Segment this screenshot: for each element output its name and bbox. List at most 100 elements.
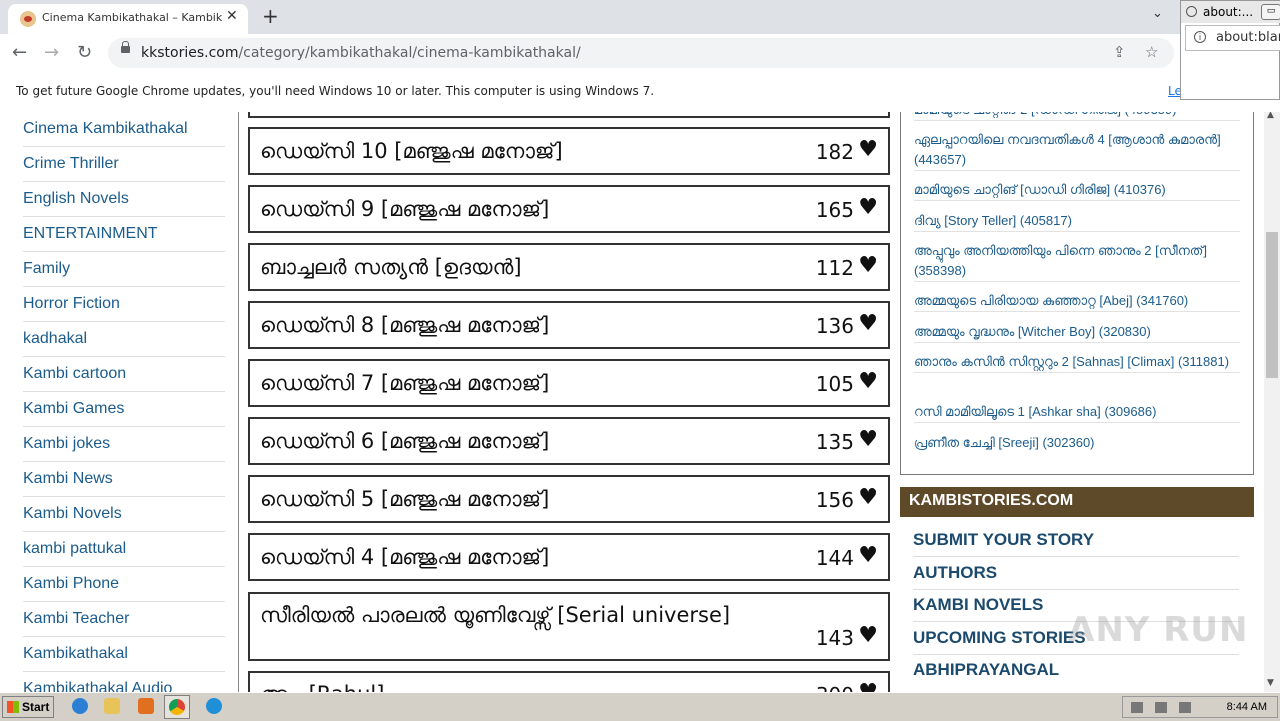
page-scrollbar[interactable]: ▲ ▼ [1264, 112, 1280, 692]
volume-icon[interactable] [1131, 702, 1143, 713]
story-title[interactable]: ഡെയ്സി 4 [മഞ്ജുഷ മനോജ്] [260, 545, 549, 570]
popup-titlebar[interactable]: about:... ▭ [1181, 1, 1280, 23]
heart-icon[interactable]: ♥ [858, 253, 878, 278]
sidebar-item[interactable]: English Novels [23, 182, 225, 217]
sidebar-item[interactable]: Kambi Phone [23, 567, 225, 602]
story-title[interactable]: ഡെയ്സി 9 [മഞ്ജുഷ മനോജ്] [260, 197, 549, 222]
chrome-icon [169, 699, 185, 715]
story-card[interactable]: ഡെയ്സി 4 [മഞ്ജുഷ മനോജ്] 144 ♥ [248, 533, 890, 581]
popup-window[interactable]: about:... ▭ i about:blank [1180, 0, 1280, 100]
popular-story-link[interactable]: അമ്മയുടെ പിരിയായ കുഞ്ഞാറ്റ [Abej] (34176… [914, 291, 1240, 312]
story-card[interactable]: സീരിയൽ പാരലൽ യൂണിവേഴ്സ് [Serial universe… [248, 592, 890, 661]
story-title[interactable]: ഡെയ്സി 7 [മഞ്ജുഷ മനോജ്] [260, 371, 549, 396]
story-card[interactable]: ഡെയ്സി 5 [മഞ്ജുഷ മനോജ്] 156 ♥ [248, 475, 890, 523]
heart-icon[interactable]: ♥ [858, 623, 878, 648]
popular-story-link[interactable]: റസി മാമിയിലൂടെ 1 [Ashkar sha] (309686) [914, 402, 1240, 423]
address-bar[interactable]: kkstories.com/category/kambikathakal/cin… [108, 38, 1174, 68]
lock-icon[interactable] [121, 41, 130, 53]
new-tab-button[interactable]: + [262, 4, 279, 28]
flag-icon[interactable] [1179, 702, 1191, 713]
info-icon[interactable]: i [1194, 31, 1206, 43]
chrome-taskbar-button[interactable] [164, 695, 190, 719]
section-title: KAMBISTORIES.COM [909, 492, 1074, 509]
heart-icon[interactable]: ♥ [858, 427, 878, 452]
popular-story-link[interactable]: അപ്പുവും അനിയത്തിയും പിന്നെ ഞാനും 2 [സീന… [914, 241, 1240, 282]
clock[interactable]: 8:44 AM [1227, 701, 1267, 713]
scroll-down-icon[interactable]: ▼ [1267, 678, 1274, 688]
minimize-button[interactable]: ▭ [1261, 4, 1280, 20]
sidebar-item[interactable]: Family [23, 252, 225, 287]
scroll-up-icon[interactable]: ▲ [1267, 112, 1274, 120]
forward-icon[interactable]: → [44, 42, 59, 63]
sidebar-item[interactable]: Kambi cartoon [23, 357, 225, 392]
sidebar-item[interactable]: kambi pattukal [23, 532, 225, 567]
browser-tab[interactable]: Cinema Kambikathakal – Kambikuttan ✕ [8, 4, 248, 34]
heart-icon[interactable]: ♥ [858, 369, 878, 394]
sidebar-item[interactable]: Horror Fiction [23, 287, 225, 322]
story-card[interactable]: അ...[Rahul] 300 ♥ [248, 671, 890, 692]
heart-icon[interactable]: ♥ [858, 195, 878, 220]
explorer-icon[interactable] [104, 698, 120, 714]
story-title[interactable]: ഡെയ്സി 10 [മഞ്ജുഷ മനോജ്] [260, 139, 563, 164]
heart-icon[interactable]: ♥ [858, 680, 878, 692]
globe-icon [1186, 6, 1197, 17]
popular-story-link[interactable]: മാമിയുടെ ചാറ്റിങ് [ഡാഡി ഗിരിജ] (410376) [914, 180, 1240, 201]
story-card[interactable]: ബാച്ചലർ സത്യൻ [ഉദയൻ] 112 ♥ [248, 243, 890, 291]
tab-search-chevron-icon[interactable]: ⌄ [1152, 6, 1163, 21]
story-title[interactable]: സീരിയൽ പാരലൽ യൂണിവേഴ്സ് [Serial universe… [260, 603, 730, 628]
sidebar-item[interactable]: ENTERTAINMENT [23, 217, 225, 252]
story-card[interactable]: ഡെയ്സി 7 [മഞ്ജുഷ മനോജ്] 105 ♥ [248, 359, 890, 407]
close-tab-icon[interactable]: ✕ [226, 8, 238, 24]
scroll-thumb[interactable] [1266, 232, 1278, 378]
url-text[interactable]: kkstories.com/category/kambikathakal/cin… [141, 45, 581, 61]
site-favicon-icon [20, 11, 36, 27]
reload-icon[interactable]: ↻ [77, 42, 92, 63]
popular-story-link[interactable]: അമ്മയും വൃദ്ധനും [Witcher Boy] (320830) [914, 322, 1240, 343]
media-player-icon[interactable] [138, 698, 154, 714]
heart-icon[interactable]: ♥ [858, 311, 878, 336]
sidebar-item[interactable]: Kambi Teacher [23, 602, 225, 637]
popular-story-link[interactable]: മാമിയുടെ ചാറ്റിങ് 2 [ഡാഡി ഗിരിജ] (459359… [914, 112, 1240, 121]
popular-story-link[interactable]: ദിവ്യ [Story Teller] (405817) [914, 211, 1240, 232]
browser-tab-strip: Cinema Kambikathakal – Kambikuttan ✕ + ⌄ [0, 0, 1280, 34]
sidebar-item[interactable]: Kambi Novels [23, 497, 225, 532]
popup-address-bar[interactable]: i about:blank [1185, 25, 1280, 51]
heart-icon[interactable]: ♥ [858, 485, 878, 510]
popular-story-link[interactable]: പ്രണീത ചേച്ചി [Sreeji] (302360) [914, 433, 1240, 453]
story-list: ഡെയ്സി 10 [മഞ്ജുഷ മനോജ്] 182 ♥ ഡെയ്സി 9 … [248, 112, 890, 692]
story-card[interactable]: ഡെയ്സി 8 [മഞ്ജുഷ മനോജ്] 136 ♥ [248, 301, 890, 349]
network-icon[interactable] [1155, 702, 1167, 713]
ie-icon[interactable] [72, 698, 88, 714]
star-icon[interactable]: ☆ [1145, 43, 1158, 61]
story-title[interactable]: ഡെയ്സി 8 [മഞ്ജുഷ മനോജ്] [260, 313, 549, 338]
popular-story-link[interactable]: ഞാനും കസിൻ സിസ്റ്ററും 2 [Sahnas] [Climax… [914, 352, 1240, 373]
story-title[interactable]: ഡെയ്സി 5 [മഞ്ജുഷ മനോജ്] [260, 487, 549, 512]
sidebar-item[interactable]: Kambikathakal Audio [23, 672, 225, 692]
share-icon[interactable]: ⇪ [1113, 43, 1126, 61]
abhiprayangal-link[interactable]: ABHIPRAYANGAL [913, 654, 1239, 686]
story-title[interactable]: ഡെയ്സി 6 [മഞ്ജുഷ മനോജ്] [260, 429, 549, 454]
infobar-message: To get future Google Chrome updates, you… [16, 84, 655, 98]
story-title[interactable]: ബാച്ചലർ സത്യൻ [ഉദയൻ] [260, 255, 522, 280]
sidebar-item[interactable]: Crime Thriller [23, 147, 225, 182]
sidebar-item[interactable]: Kambi jokes [23, 427, 225, 462]
sidebar-item[interactable]: Cinema Kambikathakal [23, 112, 225, 147]
story-card[interactable]: ഡെയ്സി 9 [മഞ്ജുഷ മനോജ്] 165 ♥ [248, 185, 890, 233]
sidebar-item[interactable]: Kambi News [23, 462, 225, 497]
heart-icon[interactable]: ♥ [858, 543, 878, 568]
start-button[interactable]: Start [2, 696, 54, 718]
story-card[interactable]: ഡെയ്സി 6 [മഞ്ജുഷ മനോജ്] 135 ♥ [248, 417, 890, 465]
submit-story-link[interactable]: SUBMIT YOUR STORY [913, 524, 1239, 557]
back-icon[interactable]: ← [12, 42, 27, 63]
authors-link[interactable]: AUTHORS [913, 557, 1239, 590]
sidebar-item[interactable]: kadhakal [23, 322, 225, 357]
edge-icon[interactable] [206, 698, 222, 714]
story-card[interactable]: ഡെയ്സി 10 [മഞ്ജുഷ മനോജ്] 182 ♥ [248, 127, 890, 175]
sidebar-item[interactable]: Kambikathakal [23, 637, 225, 672]
popular-stories-box: മാമിയുടെ ചാറ്റിങ് 2 [ഡാഡി ഗിരിജ] (459359… [900, 112, 1254, 475]
sidebar-item[interactable]: Kambi Games [23, 392, 225, 427]
story-card-partial[interactable] [248, 112, 890, 118]
heart-icon[interactable]: ♥ [858, 137, 878, 162]
story-title[interactable]: അ...[Rahul] [260, 682, 384, 692]
popular-story-link[interactable]: ഏലപ്പാറയിലെ നവദമ്പതികൾ 4 [ആശാൻ കുമാരൻ] (… [914, 130, 1240, 171]
